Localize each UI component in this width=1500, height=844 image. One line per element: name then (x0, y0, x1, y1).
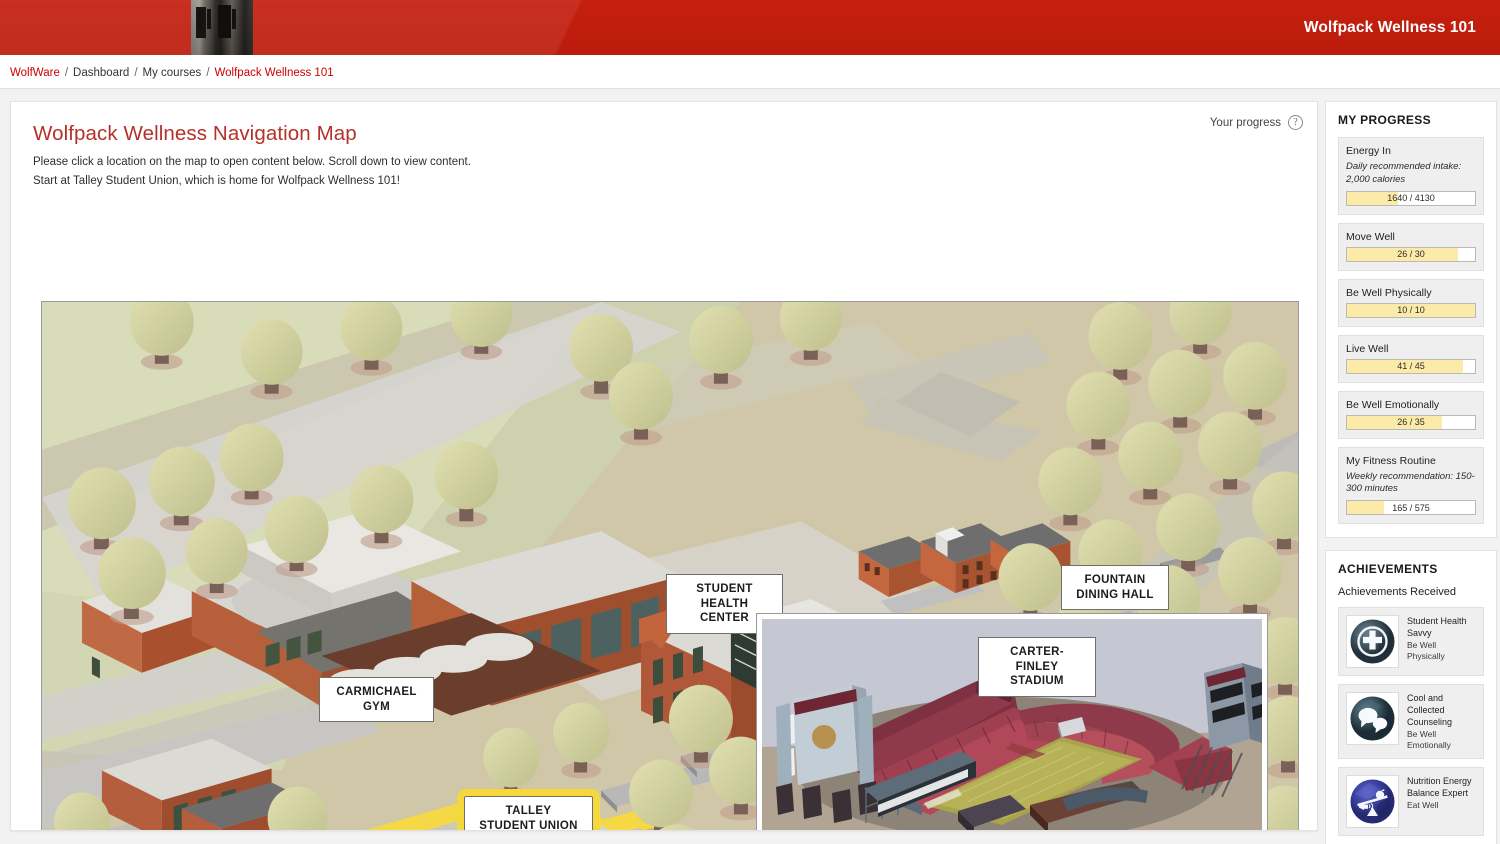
progress-item-name: Live Well (1346, 342, 1389, 355)
progress-item-name: Energy In (1346, 145, 1391, 157)
progress-item-note: Daily recommended intake: 2,000 calories (1346, 161, 1462, 185)
speech-bubbles-badge-icon (1350, 696, 1395, 741)
map-label-fountain-dining-hall[interactable]: FOUNTAIN DINING HALL (1061, 565, 1169, 611)
progress-item-name: Be Well Emotionally (1346, 398, 1440, 411)
right-sidebar: MY PROGRESS Energy In Daily recommended … (1325, 101, 1497, 844)
achievements-title: ACHIEVEMENTS (1338, 562, 1438, 577)
achievement-item-nutrition-energy-balance-expert[interactable]: Nutrition Energy Balance Expert Eat Well (1338, 766, 1484, 836)
achievement-name: Cool and Collected Counseling (1407, 693, 1453, 727)
your-progress-indicator: Your progress ? (1210, 115, 1303, 130)
progress-bar: 1640 / 4130 (1346, 190, 1476, 206)
progress-item-my-fitness-routine[interactable]: My Fitness Routine Weekly recommendation… (1338, 446, 1484, 525)
achievement-category: Be Well Physically (1407, 640, 1445, 662)
progress-bar-value: 10 / 10 (1397, 305, 1425, 316)
progress-bar-value: 26 / 30 (1397, 249, 1425, 260)
achievements-subtitle: Achievements Received (1338, 586, 1457, 599)
progress-item-energy-in[interactable]: Energy In Daily recommended intake: 2,00… (1338, 137, 1484, 215)
progress-bar: 165 / 575 (1346, 500, 1476, 516)
breadcrumb-separator: / (64, 66, 69, 79)
progress-bar-value: 1640 / 4130 (1387, 193, 1435, 204)
breadcrumb-item-course[interactable]: Wolfpack Wellness 101 (215, 67, 334, 79)
map-label-talley-student-union[interactable]: TALLEY STUDENT UNION (457, 788, 600, 830)
campus-navigation-map[interactable]: STUDENT HEALTH CENTER FOUNTAIN DINING HA… (41, 301, 1299, 830)
progress-bar: 26 / 35 (1346, 414, 1476, 430)
my-progress-block: MY PROGRESS Energy In Daily recommended … (1325, 101, 1497, 539)
progress-bar-value: 41 / 45 (1397, 361, 1425, 372)
achievement-item-student-health-savvy[interactable]: Student Health Savvy Be Well Physically (1338, 607, 1484, 677)
site-header: Wolfpack Wellness 101 (0, 0, 1500, 57)
breadcrumb-item-my-courses[interactable]: My courses (143, 67, 202, 79)
carter-finley-stadium-inset[interactable]: CARTER-FINLEY STADIUM (756, 613, 1268, 830)
map-label-carmichael-gym[interactable]: CARMICHAEL GYM (319, 677, 434, 723)
breadcrumb-item-wolfware[interactable]: WolfWare (10, 67, 60, 79)
achievement-category: Eat Well (1407, 799, 1439, 810)
achievement-badge-frame (1346, 774, 1399, 828)
achievement-name: Nutrition Energy Balance Expert (1407, 775, 1472, 798)
progress-bar-value: 165 / 575 (1392, 502, 1430, 513)
progress-item-name: My Fitness Routine (1346, 454, 1436, 467)
achievement-name: Student Health Savvy (1407, 616, 1467, 639)
question-mark-icon[interactable]: ? (1288, 115, 1303, 130)
breadcrumb-item-dashboard[interactable]: Dashboard (73, 67, 129, 79)
page-title: Wolfpack Wellness Navigation Map (33, 122, 357, 145)
progress-item-be-well-emotionally[interactable]: Be Well Emotionally 26 / 35 (1338, 390, 1484, 439)
breadcrumb-separator: / (134, 66, 138, 79)
progress-item-live-well[interactable]: Live Well 41 / 45 (1338, 334, 1484, 383)
achievement-item-cool-and-collected-counseling[interactable]: Cool and Collected Counseling Be Well Em… (1338, 684, 1484, 759)
achievement-category: Be Well Emotionally (1407, 728, 1451, 750)
your-progress-label: Your progress (1209, 116, 1281, 129)
map-label-carter-finley-stadium[interactable]: CARTER-FINLEY STADIUM (978, 637, 1096, 698)
achievements-block: ACHIEVEMENTS Achievements Received Stude… (1325, 550, 1497, 844)
progress-item-be-well-physically[interactable]: Be Well Physically 10 / 10 (1338, 278, 1484, 327)
breadcrumb-separator: / (206, 66, 210, 79)
nutrition-balance-badge-icon (1350, 779, 1395, 824)
breadcrumb: WolfWare / Dashboard / My courses / Wolf… (0, 57, 1500, 89)
progress-item-note: Weekly recommendation: 150-300 minutes (1346, 470, 1475, 495)
progress-bar: 26 / 30 (1346, 246, 1476, 262)
progress-item-name: Be Well Physically (1346, 286, 1432, 299)
medical-cross-badge-icon (1350, 619, 1395, 664)
progress-item-name: Move Well (1346, 230, 1395, 243)
page-description-line1: Please click a location on the map to op… (33, 156, 471, 168)
page-header-title: Wolfpack Wellness 101 (1303, 18, 1476, 36)
page-description-line2: Start at Talley Student Union, which is … (33, 174, 400, 187)
achievement-badge-frame (1346, 692, 1399, 746)
progress-bar-value: 26 / 35 (1397, 417, 1425, 428)
achievement-badge-frame (1346, 615, 1399, 669)
my-progress-title: MY PROGRESS (1338, 113, 1431, 127)
progress-bar: 10 / 10 (1346, 302, 1476, 318)
progress-bar: 41 / 45 (1346, 358, 1476, 374)
page-body: Your progress ? Wolfpack Wellness Naviga… (0, 89, 1500, 844)
belltower-logo-image (191, 0, 253, 55)
main-content-card: Your progress ? Wolfpack Wellness Naviga… (10, 101, 1318, 831)
progress-item-move-well[interactable]: Move Well 26 / 30 (1338, 222, 1484, 271)
